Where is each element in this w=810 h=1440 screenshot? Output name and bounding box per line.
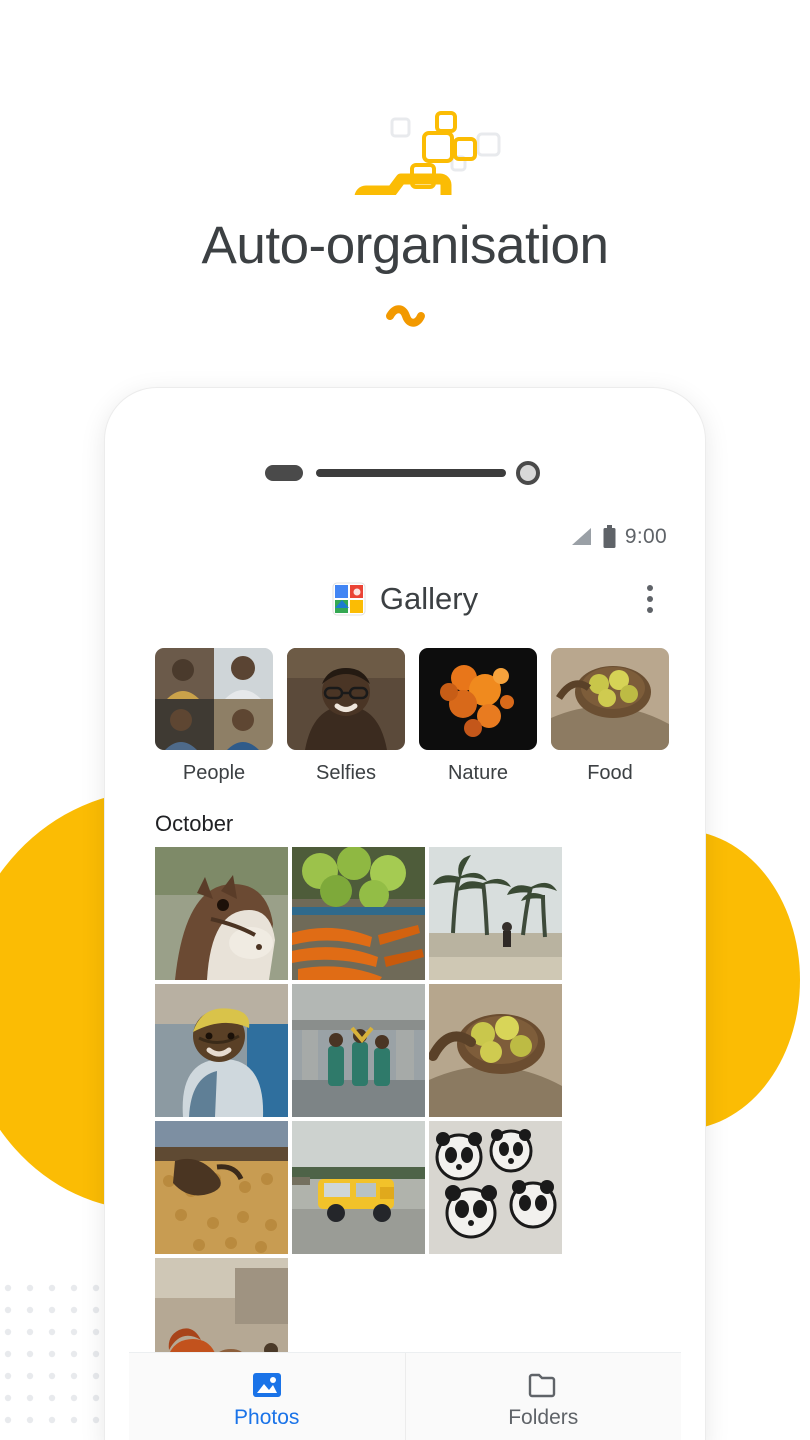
photo-hands-in-grain[interactable] — [155, 1121, 288, 1254]
signal-bars-icon — [571, 528, 591, 545]
selfie-portrait-thumb — [287, 648, 405, 750]
folder-icon — [354, 111, 501, 195]
photo-people-under-bridge[interactable] — [292, 984, 425, 1117]
photo-yellow-van[interactable] — [292, 1121, 425, 1254]
folder-outline-icon — [529, 1373, 556, 1397]
category-row: People Selfies Nature Food — [129, 638, 681, 785]
decorative-dot-pattern — [4, 1284, 100, 1424]
phone-sensor — [265, 465, 303, 481]
battery-icon — [603, 525, 616, 548]
phone-earpiece — [316, 469, 506, 477]
photo-woman-with-headscarf[interactable] — [155, 984, 288, 1117]
app-bar: Gallery — [129, 560, 681, 638]
photo-carrots-and-limes[interactable] — [292, 847, 425, 980]
nav-label-folders: Folders — [508, 1405, 579, 1429]
category-people[interactable]: People — [155, 648, 273, 785]
category-label: Nature — [447, 762, 509, 784]
app-title: Gallery — [379, 581, 479, 616]
photo-panda-mural[interactable] — [429, 1121, 562, 1254]
phone-mockup: 9:00 Gallery People Selfies Nature Food … — [105, 388, 705, 1440]
people-collage-thumb — [155, 648, 273, 750]
page-root: Auto-organisation 9:00 Gallery People Se… — [0, 0, 810, 1440]
category-label: People — [182, 762, 246, 784]
photo-icon — [252, 1372, 281, 1397]
photo-hand-with-fruit-bowl[interactable] — [429, 984, 562, 1117]
nav-label-photos: Photos — [234, 1405, 300, 1429]
squiggle-underline — [386, 305, 425, 327]
photo-palm-trees-beach[interactable] — [429, 847, 562, 980]
more-vert-icon[interactable] — [647, 585, 653, 613]
status-bar: 9:00 — [129, 514, 681, 560]
nav-item-folders[interactable]: Folders — [404, 1353, 682, 1440]
section-title-october: October — [155, 811, 234, 836]
fruit-bowl-thumb — [551, 648, 669, 750]
photo-horse-portrait[interactable] — [155, 847, 288, 980]
category-label: Selfies — [315, 762, 377, 784]
category-food[interactable]: Food — [551, 648, 669, 785]
category-label: Food — [587, 762, 633, 784]
phone-screen: 9:00 Gallery People Selfies Nature Food … — [129, 514, 681, 1440]
photo-grid-october — [129, 847, 681, 1391]
nav-item-photos[interactable]: Photos — [129, 1353, 405, 1440]
phone-front-camera — [516, 461, 540, 485]
category-nature[interactable]: Nature — [419, 648, 537, 785]
gallery-logo-icon — [332, 582, 366, 616]
bottom-navigation: Photos Folders — [129, 1352, 681, 1440]
page-title: Auto-organisation — [201, 216, 609, 275]
category-selfies[interactable]: Selfies — [287, 648, 405, 785]
orange-flowers-thumb — [419, 648, 537, 750]
status-time: 9:00 — [624, 525, 667, 548]
